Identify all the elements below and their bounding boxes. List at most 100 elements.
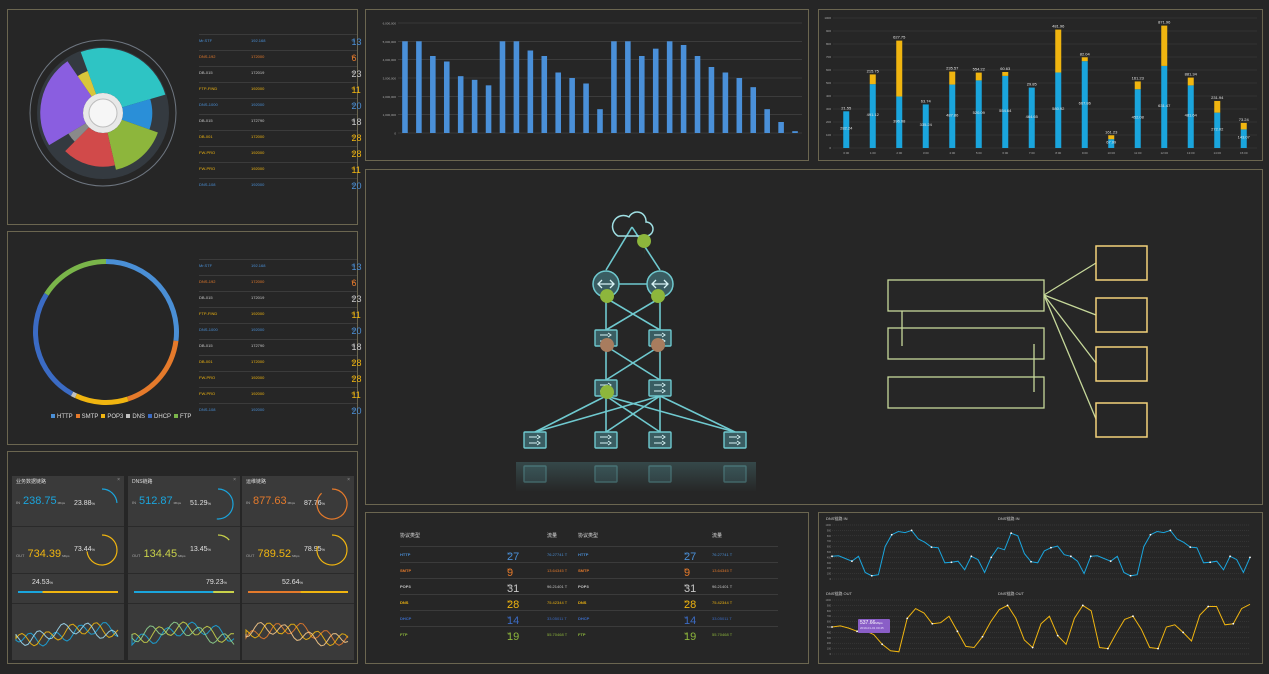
table-row: DHCP 14% 33.05011 T bbox=[578, 610, 778, 627]
protocol-name: DNS bbox=[400, 600, 409, 605]
bar bbox=[597, 109, 603, 133]
protocol-count: 31% bbox=[507, 578, 519, 595]
data-label: 60.63 bbox=[1000, 66, 1011, 71]
protocol-count-value: 19 bbox=[684, 631, 697, 643]
protocol-name: DHCP bbox=[578, 616, 590, 621]
legend-count: 18% bbox=[351, 114, 361, 127]
protocol-count-value: 19 bbox=[507, 631, 520, 643]
data-point bbox=[831, 555, 833, 558]
legend-name: DB-015 bbox=[199, 118, 213, 123]
protocol-name: SMTP bbox=[578, 568, 590, 573]
legend-name: FW-PRO bbox=[199, 391, 216, 396]
data-label: 871.96 bbox=[1158, 20, 1171, 25]
legend-name: FW-PRO bbox=[199, 150, 216, 155]
y-tick-label: 100 bbox=[827, 573, 832, 576]
legend-count-value: 6 bbox=[351, 278, 357, 288]
y-tick-label: 4,000,000 bbox=[383, 58, 397, 62]
legend-count-value: 20 bbox=[351, 101, 362, 111]
legend-count: 20% bbox=[351, 323, 361, 336]
bar-segment bbox=[896, 40, 903, 97]
legend-ip: 172000 bbox=[251, 359, 265, 364]
y-tick-label: 800 bbox=[827, 535, 832, 538]
bar bbox=[485, 85, 492, 133]
switch-icon bbox=[594, 431, 618, 449]
data-label: 481.96 bbox=[1052, 24, 1065, 29]
legend-name: DNS-108 bbox=[199, 407, 216, 412]
donut-slice bbox=[127, 340, 179, 402]
y-tick-label: 300 bbox=[827, 637, 832, 640]
legend-row: DNS-108 192000 20% bbox=[199, 178, 361, 191]
legend-name: DNS-108 bbox=[199, 182, 216, 187]
data-label: 396.08 bbox=[893, 118, 906, 123]
data-label: 464.65 bbox=[1026, 114, 1039, 119]
legend-name: DNS-192 bbox=[199, 279, 216, 284]
data-label: 881.34 bbox=[1185, 72, 1198, 77]
progress-fill bbox=[248, 591, 301, 593]
legend-name: DNS-1000 bbox=[199, 102, 218, 107]
y-tick-label: 800 bbox=[827, 610, 832, 613]
bar bbox=[722, 72, 729, 133]
legend-row: FW-PRO 192000 28% bbox=[199, 371, 361, 384]
legend-ip: 172000 bbox=[251, 279, 265, 284]
y-tick-label: 6,000,000 bbox=[383, 22, 397, 26]
y-tick-label: 0 bbox=[394, 132, 396, 136]
legend-count: 11% bbox=[351, 387, 360, 400]
bar bbox=[583, 83, 589, 133]
legend-ip: 192000 bbox=[251, 86, 265, 91]
legend-count-value: 28 bbox=[351, 133, 362, 143]
data-label: 580.92 bbox=[1052, 106, 1065, 111]
legend-ip: 172790 bbox=[251, 118, 265, 123]
protocol-traffic: 76.27741 T bbox=[547, 552, 568, 557]
switch-icon bbox=[523, 431, 547, 449]
diagram-node-box bbox=[1095, 346, 1148, 382]
data-point bbox=[1149, 533, 1152, 536]
y-tick-label: 300 bbox=[827, 562, 832, 565]
table-row: DHCP 14% 33.05011 T bbox=[400, 610, 590, 627]
diagram-box bbox=[887, 279, 1045, 312]
link-monitor-graphics bbox=[15, 488, 119, 647]
y-tick-label: 700 bbox=[827, 615, 832, 618]
legend-name: DNS-192 bbox=[199, 54, 216, 59]
table-row: POP3 31% 96.21401 T bbox=[400, 578, 590, 595]
data-label: 161.23 bbox=[1132, 75, 1145, 80]
bar bbox=[639, 56, 645, 133]
legend-count: 20% bbox=[351, 403, 361, 416]
data-point bbox=[1169, 529, 1172, 532]
legend-count: 28% bbox=[351, 371, 361, 384]
legend-row: FW-PRO 192000 28% bbox=[199, 146, 361, 159]
y-tick-label: 800 bbox=[826, 42, 831, 46]
legend-count-value: 28 bbox=[351, 149, 362, 159]
table-header: 协议类型 流量 bbox=[578, 532, 778, 544]
bar bbox=[792, 131, 798, 133]
legend-count: 28% bbox=[351, 130, 361, 143]
bar-segment bbox=[949, 71, 956, 85]
y-tick-label: 0 bbox=[830, 578, 832, 581]
line-chart-tooltip: 537.66Mbps 2019-01-01 00:45 bbox=[858, 619, 890, 633]
traffic-line bbox=[15, 622, 119, 646]
y-tick-label: 1,000,000 bbox=[383, 113, 397, 117]
bar bbox=[430, 56, 436, 133]
legend-count-value: 20 bbox=[351, 181, 362, 191]
bar-segment bbox=[1161, 25, 1168, 66]
legend-label: DNS bbox=[132, 414, 146, 420]
bar bbox=[471, 79, 478, 133]
legend-row: FW-PRO 192000 11% bbox=[199, 162, 361, 175]
switch-icon bbox=[648, 379, 672, 397]
legend-ip: 192.168 bbox=[251, 263, 266, 268]
bar bbox=[457, 76, 464, 133]
line-chart-out-title: DNS链路 OUT bbox=[826, 591, 852, 596]
bar bbox=[778, 122, 784, 133]
table-row: SMTP 9% 13.64345 T bbox=[400, 562, 590, 579]
legend-swatch bbox=[51, 414, 55, 418]
data-label: 335.24 bbox=[920, 122, 933, 127]
legend-swatch bbox=[126, 414, 131, 418]
legend-swatch bbox=[101, 414, 106, 418]
legend-row: FW-PRO 192000 11% bbox=[199, 387, 361, 400]
legend-count: 13% bbox=[351, 259, 361, 272]
data-point bbox=[1209, 561, 1212, 564]
y-tick-label: 1000 bbox=[824, 16, 831, 20]
gauge-arc bbox=[316, 534, 348, 566]
bar-segment bbox=[1108, 135, 1115, 140]
y-tick-label: 700 bbox=[827, 540, 832, 543]
protocol-count: 28% bbox=[684, 594, 696, 611]
